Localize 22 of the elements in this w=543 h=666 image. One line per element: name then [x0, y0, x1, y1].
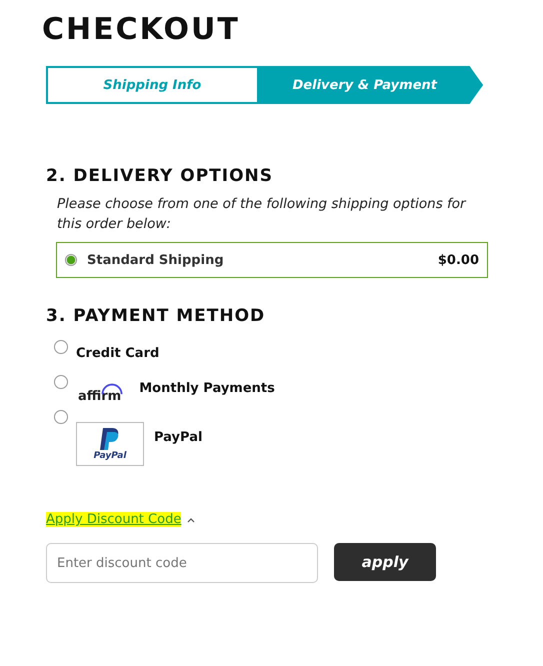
step-tab[interactable]: Delivery & Payment: [258, 66, 483, 104]
option-label: Standard Shipping: [87, 252, 224, 268]
shipping-option[interactable]: Standard Shipping $0.00: [56, 242, 488, 278]
option-price: $0.00: [438, 252, 479, 268]
radio-button[interactable]: [54, 410, 68, 424]
page-title: CHECKOUT: [42, 11, 240, 49]
payment-label: PayPal: [154, 430, 202, 445]
step-tab[interactable]: Shipping Info: [46, 66, 258, 104]
section-heading: 2. DELIVERY OPTIONS: [46, 166, 274, 186]
payment-label: Credit Card: [76, 346, 160, 361]
discount-link[interactable]: Apply Discount Code: [46, 512, 182, 527]
paypal-logo: PayPal: [76, 422, 144, 466]
discount-field[interactable]: Enter discount code: [46, 543, 318, 583]
radio-button[interactable]: [65, 254, 77, 266]
apply-button[interactable]: apply: [334, 543, 436, 581]
delivery-note: Please choose from one of the following shipping options for this order below:: [57, 195, 468, 234]
payment-label: Monthly Payments: [139, 381, 275, 396]
radio-button[interactable]: [54, 340, 68, 354]
affirm-logo: affirm: [78, 383, 122, 404]
caret-icon[interactable]: [187, 516, 196, 522]
section-heading: 3. PAYMENT METHOD: [46, 306, 266, 326]
radio-button[interactable]: [54, 375, 68, 389]
